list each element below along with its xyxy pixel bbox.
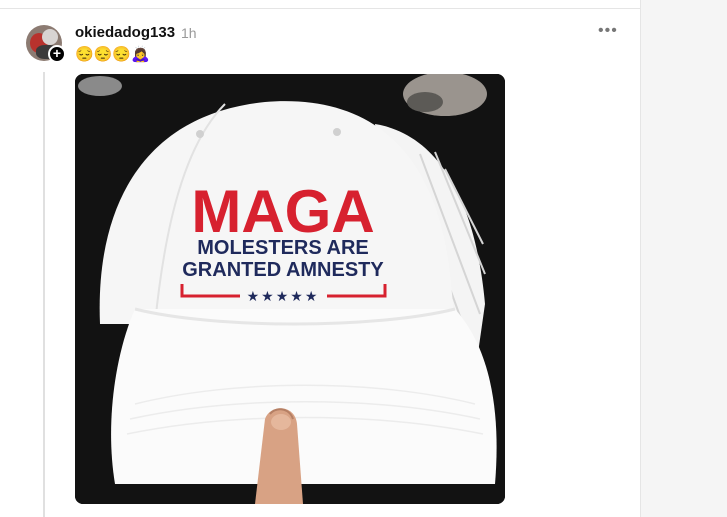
more-options-icon[interactable]: ••• [598,22,618,40]
follow-plus-icon[interactable]: + [48,45,66,63]
post-time[interactable]: 1h [181,25,197,41]
hat-stars-text: ★★★★★ [247,289,320,305]
username[interactable]: okiedadog133 [75,24,175,41]
divider-top [0,8,641,9]
post-text: 😔😔😔🙇‍♀️ [75,46,150,63]
post-image[interactable]: MAGA MOLESTERS ARE GRANTED AMNESTY ★★★★★ [75,74,505,504]
hat-line2-text: MOLESTERS ARE [197,237,369,259]
thread-line [43,72,45,517]
side-panel [641,0,727,517]
hat-title-text: MAGA [191,178,374,245]
divider-right [640,0,641,517]
hat-line3-text: GRANTED AMNESTY [182,259,384,281]
